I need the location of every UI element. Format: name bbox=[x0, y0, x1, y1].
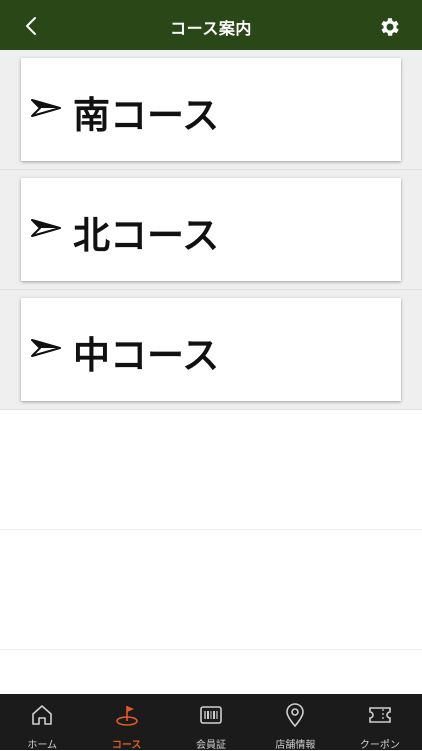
tab-label: 会員証 bbox=[196, 740, 227, 751]
tab-home[interactable]: ホーム bbox=[0, 694, 84, 751]
tab-course[interactable]: コース bbox=[84, 694, 168, 751]
course-card-middle[interactable]: 中コース bbox=[21, 298, 401, 401]
arrow-right-icon bbox=[31, 219, 61, 237]
course-label: 南コース bbox=[73, 94, 220, 137]
arrow-right-icon bbox=[31, 99, 61, 117]
gear-icon[interactable] bbox=[378, 15, 402, 39]
course-label: 中コース bbox=[73, 334, 220, 377]
header-bar: コース案内 bbox=[0, 0, 422, 50]
bottom-tab-bar: ホーム コース 会員証 店舗情報 クーポン bbox=[0, 694, 422, 751]
ticket-icon bbox=[369, 707, 391, 723]
barcode-icon bbox=[200, 706, 222, 724]
tab-label: ホーム bbox=[27, 740, 58, 751]
empty-list-row bbox=[0, 410, 422, 530]
tab-label: コース bbox=[111, 740, 142, 751]
map-pin-icon bbox=[286, 703, 305, 728]
tab-store-info[interactable]: 店舗情報 bbox=[253, 694, 337, 751]
list-item: 中コース bbox=[0, 290, 422, 410]
home-icon bbox=[32, 705, 53, 725]
page-title: コース案内 bbox=[170, 19, 252, 38]
list-item: 南コース bbox=[0, 50, 422, 170]
course-card-south[interactable]: 南コース bbox=[21, 58, 401, 161]
arrow-right-icon bbox=[31, 339, 61, 357]
empty-list-row bbox=[0, 530, 422, 650]
course-label: 北コース bbox=[73, 214, 220, 257]
tab-label: 店舗情報 bbox=[275, 740, 316, 751]
tab-label: クーポン bbox=[359, 740, 400, 751]
list-item: 北コース bbox=[0, 170, 422, 290]
tab-member-card[interactable]: 会員証 bbox=[169, 694, 253, 751]
tab-coupon[interactable]: クーポン bbox=[338, 694, 422, 751]
golf-flag-icon bbox=[115, 706, 138, 726]
course-card-north[interactable]: 北コース bbox=[21, 178, 401, 281]
course-list: 南コース 北コース 中コース bbox=[0, 50, 422, 650]
